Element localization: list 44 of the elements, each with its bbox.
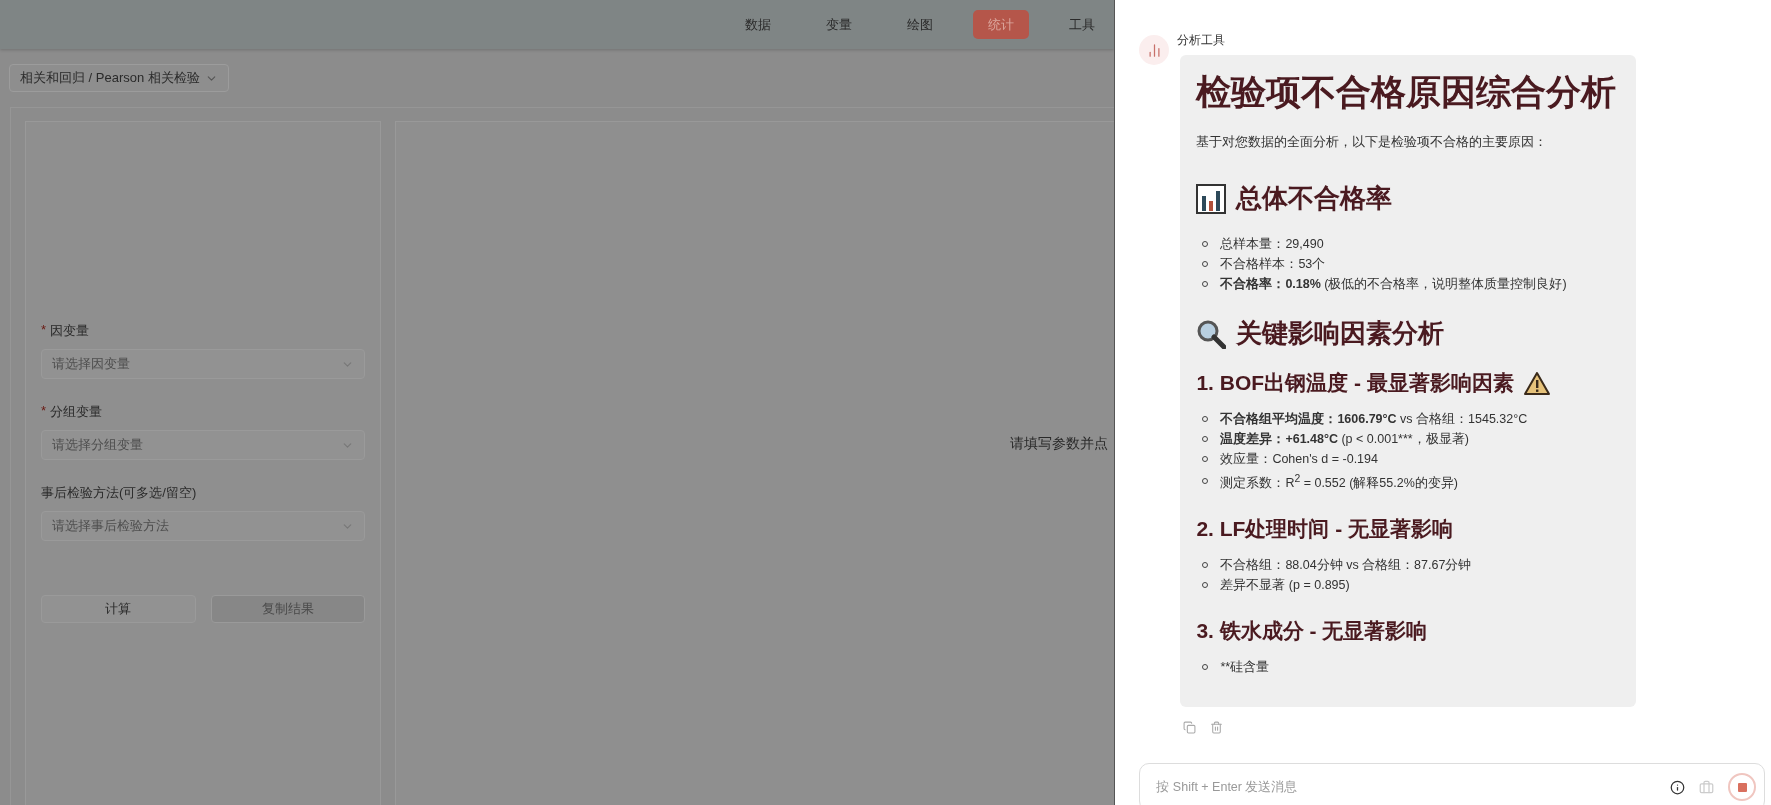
list-item: 不合格组平均温度：1606.79°C vs 合格组：1545.32°C <box>1220 410 1528 428</box>
field-label: 事后检验方法(可多选/留空) <box>41 484 197 502</box>
result-hint: 请填写参数并点 <box>1010 434 1109 453</box>
trash-icon[interactable] <box>1210 721 1224 735</box>
list-item: 测定系数：R$^{2}$ = 0.552 (解释55.2%的变异) <box>1220 472 1458 493</box>
nav-tab[interactable]: 工具 <box>1054 10 1110 39</box>
list-item: 不合格样本：53个 <box>1220 256 1326 273</box>
copy-icon[interactable] <box>1183 721 1197 735</box>
subsection-heading: 3. 铁水成分 - 无显著影响 <box>1196 618 1428 645</box>
breadcrumb-dropdown[interactable]: 相关和回归 / Pearson 相关检验 <box>9 64 229 92</box>
section-heading: 关键影响因素分析 <box>1236 317 1445 350</box>
subsection-heading: 2. LF处理时间 - 无显著影响 <box>1196 516 1454 543</box>
info-icon[interactable] <box>1670 779 1685 795</box>
list-item: **硅含量 <box>1220 659 1270 677</box>
select-field[interactable]: 请选择事后检验方法 <box>41 511 365 541</box>
message-input[interactable]: 按 Shift + Enter 发送消息 <box>1139 763 1765 805</box>
avatar <box>1139 35 1170 65</box>
nav-tab[interactable]: 数据 <box>730 10 786 39</box>
field-label: 因变量 <box>50 322 90 340</box>
required-mark: * <box>41 403 47 420</box>
list-item: 不合格组：88.04分钟 vs 合格组：87.67分钟 <box>1220 557 1472 575</box>
list-item: 温度差异：+61.48°C (p < 0.001***，极显著) <box>1220 430 1469 448</box>
calculate-button[interactable]: 计算 <box>41 595 196 623</box>
nav-tab[interactable]: 统计 <box>973 10 1029 39</box>
section-heading: 总体不合格率 <box>1236 182 1393 215</box>
subsection-heading: 1. BOF出钢温度 - 最显著影响因素 <box>1196 370 1514 396</box>
message-title: 检验项不合格原因综合分析 <box>1196 71 1618 113</box>
select-field[interactable]: 请选择分组变量 <box>41 430 365 460</box>
field-label: 分组变量 <box>50 403 103 421</box>
required-mark: * <box>41 322 47 339</box>
briefcase-icon[interactable] <box>1699 779 1714 795</box>
list-item: 效应量：Cohen's d = -0.194 <box>1220 451 1378 468</box>
select-field[interactable]: 请选择因变量 <box>41 349 365 379</box>
magnifier-icon <box>1196 318 1227 349</box>
intro-paragraph: 基于对您数据的全面分析，以下是检验项不合格的主要原因： <box>1196 134 1549 151</box>
nav-tab[interactable]: 绘图 <box>892 10 948 39</box>
list-item: 总样本量：29,490 <box>1220 236 1324 253</box>
nav-tab[interactable]: 变量 <box>811 10 867 39</box>
bar-chart-icon <box>1196 183 1227 214</box>
list-item: 不合格率：0.18% (极低的不合格率，说明整体质量控制良好) <box>1220 276 1567 293</box>
list-item: 差异不显著 (p = 0.895) <box>1220 577 1350 595</box>
warning-icon <box>1523 371 1550 395</box>
stop-button[interactable] <box>1728 773 1756 801</box>
sender-name: 分析工具 <box>1177 32 1226 49</box>
